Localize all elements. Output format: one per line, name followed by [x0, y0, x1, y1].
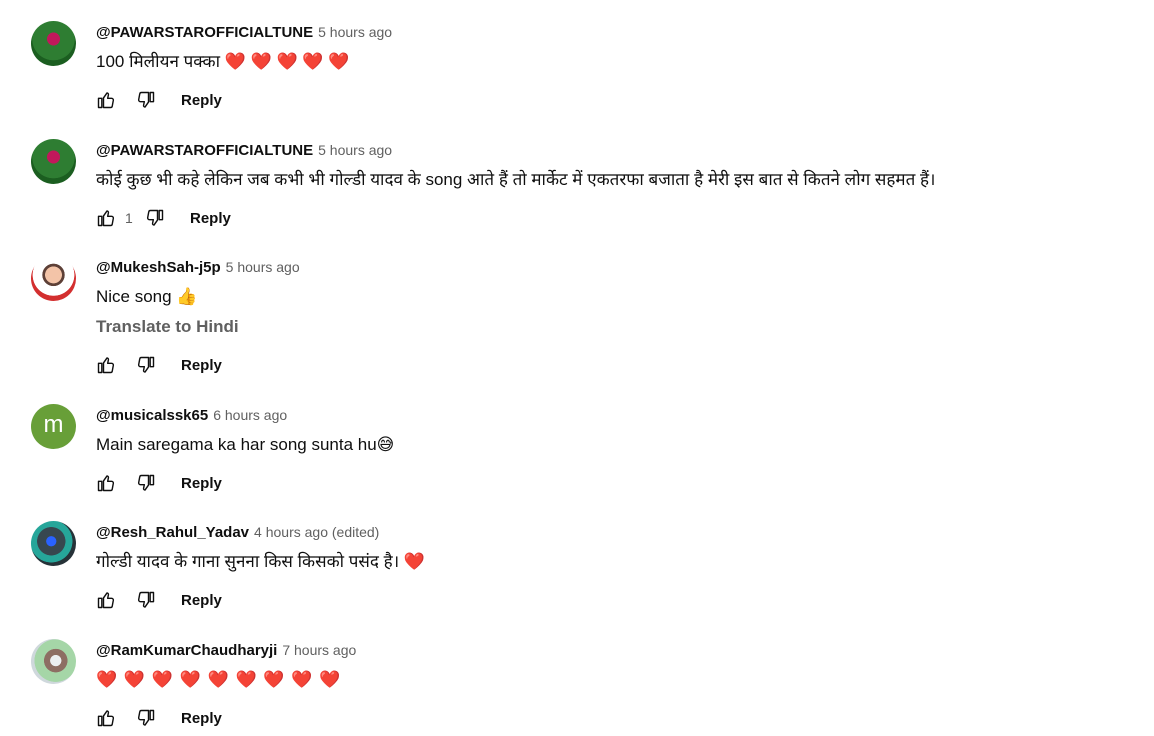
thumbs-up-icon[interactable]: [96, 590, 116, 610]
reply-button[interactable]: Reply: [181, 475, 222, 492]
comment-time[interactable]: 5 hours ago: [226, 259, 300, 275]
like-count: 1: [125, 210, 133, 226]
comment-text: 100 मिलीयन पक्का ❤️ ❤️ ❤️ ❤️ ❤️: [96, 52, 350, 71]
comment-thread: @PAWARSTAROFFICIALTUNE 5 hours ago कोई कु…: [0, 139, 1154, 249]
reply-button[interactable]: Reply: [181, 92, 222, 109]
author-avatar[interactable]: [31, 21, 76, 66]
comment-actions: Reply: [96, 588, 222, 612]
reply-button[interactable]: Reply: [190, 210, 231, 227]
comment-thread: @PAWARSTAROFFICIALTUNE 5 hours ago 100 मि…: [0, 21, 1154, 131]
author-avatar[interactable]: [31, 256, 76, 301]
comment-actions: Reply: [96, 88, 222, 112]
author-avatar[interactable]: [31, 639, 76, 684]
comment-header: @PAWARSTAROFFICIALTUNE 5 hours ago: [96, 22, 392, 43]
thumbs-down-icon[interactable]: [136, 590, 156, 610]
comment-header: @Resh_Rahul_Yadav 4 hours ago (edited): [96, 522, 379, 543]
reply-button[interactable]: Reply: [181, 710, 222, 727]
author-name[interactable]: @RamKumarChaudharyji: [96, 642, 277, 659]
comment-actions: Reply: [96, 471, 222, 495]
comment-text: Nice song 👍: [96, 287, 198, 306]
author-name[interactable]: @PAWARSTAROFFICIALTUNE: [96, 142, 313, 159]
comment-time[interactable]: 5 hours ago: [318, 142, 392, 158]
comment-header: @MukeshSah-j5p 5 hours ago: [96, 257, 300, 278]
comment-thread: @RamKumarChaudharyji 7 hours ago ❤️ ❤️ ❤️…: [0, 639, 1154, 736]
comment-header: @musicalssk65 6 hours ago: [96, 405, 287, 426]
comment-actions: 1 Reply: [96, 206, 231, 230]
comment-thread: m @musicalssk65 6 hours ago Main saregama…: [0, 404, 1154, 514]
comment-thread: @MukeshSah-j5p 5 hours ago Nice song 👍 Tr…: [0, 256, 1154, 374]
comment-thread: @Resh_Rahul_Yadav 4 hours ago (edited) गो…: [0, 521, 1154, 631]
thumbs-down-icon[interactable]: [136, 473, 156, 493]
comment-text: गोल्डी यादव के गाना सुनना किस किसको पसंद…: [96, 552, 426, 571]
translate-button[interactable]: Translate to Hindi: [96, 315, 239, 339]
comment-header: @PAWARSTAROFFICIALTUNE 5 hours ago: [96, 140, 392, 161]
comment-time[interactable]: 4 hours ago (edited): [254, 524, 379, 540]
comment-time[interactable]: 5 hours ago: [318, 24, 392, 40]
comment-actions: Reply: [96, 353, 222, 377]
comments-section: @PAWARSTAROFFICIALTUNE 5 hours ago 100 मि…: [0, 0, 1154, 736]
author-name[interactable]: @MukeshSah-j5p: [96, 259, 221, 276]
thumbs-up-icon[interactable]: [96, 90, 116, 110]
thumbs-down-icon[interactable]: [145, 208, 165, 228]
author-avatar[interactable]: m: [31, 404, 76, 449]
comment-header: @RamKumarChaudharyji 7 hours ago: [96, 640, 356, 661]
comment-time[interactable]: 6 hours ago: [213, 407, 287, 423]
author-avatar[interactable]: [31, 139, 76, 184]
reply-button[interactable]: Reply: [181, 592, 222, 609]
thumbs-up-icon[interactable]: [96, 473, 116, 493]
thumbs-up-icon[interactable]: [96, 355, 116, 375]
reply-button[interactable]: Reply: [181, 357, 222, 374]
thumbs-down-icon[interactable]: [136, 90, 156, 110]
thumbs-up-icon[interactable]: [96, 208, 116, 228]
comment-text: कोई कुछ भी कहे लेकिन जब कभी भी गोल्डी या…: [96, 170, 936, 189]
thumbs-down-icon[interactable]: [136, 355, 156, 375]
thumbs-down-icon[interactable]: [136, 708, 156, 728]
comment-actions: Reply: [96, 706, 222, 730]
author-name[interactable]: @Resh_Rahul_Yadav: [96, 524, 249, 541]
comment-text: Main saregama ka har song sunta hu😅: [96, 435, 395, 454]
author-name[interactable]: @PAWARSTAROFFICIALTUNE: [96, 24, 313, 41]
comment-time[interactable]: 7 hours ago: [282, 642, 356, 658]
comment-text: ❤️ ❤️ ❤️ ❤️ ❤️ ❤️ ❤️ ❤️ ❤️: [96, 670, 342, 689]
author-name[interactable]: @musicalssk65: [96, 407, 208, 424]
thumbs-up-icon[interactable]: [96, 708, 116, 728]
author-avatar[interactable]: [31, 521, 76, 566]
